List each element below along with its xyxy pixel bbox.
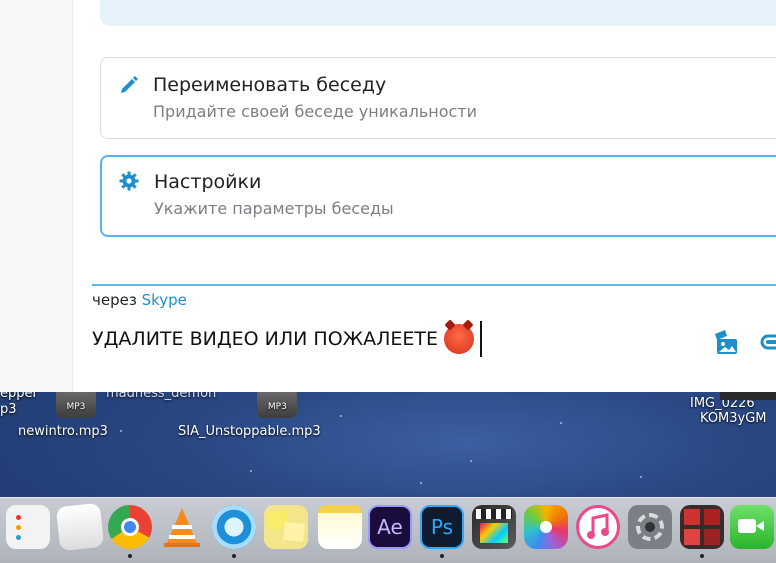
desktop-file-sia[interactable]: MP3 SIA_Unstoppable.mp3 xyxy=(178,390,321,439)
star xyxy=(420,482,422,484)
ae-label: Ae xyxy=(377,515,403,539)
info-banner xyxy=(100,0,776,26)
quicktime-icon[interactable] xyxy=(212,505,256,549)
send-file-icon[interactable] xyxy=(760,326,776,356)
skype-chat-panel: Переименовать беседу Придайте своей бесе… xyxy=(0,0,776,392)
option-title: Переименовать беседу xyxy=(153,74,387,96)
after-effects-icon[interactable]: Ae xyxy=(368,505,412,549)
vlc-icon[interactable] xyxy=(160,505,204,549)
star xyxy=(640,476,642,478)
file-label: SIA_Unstoppable.mp3 xyxy=(178,424,321,439)
message-text: УДАЛИТЕ ВИДЕО ИЛИ ПОЖАЛЕЕТЕ xyxy=(92,328,439,350)
running-indicator xyxy=(700,554,704,558)
star xyxy=(470,460,472,462)
reminders-icon[interactable] xyxy=(6,505,50,549)
devil-emoji-icon xyxy=(444,324,475,354)
running-indicator xyxy=(128,554,132,558)
running-indicator xyxy=(232,554,236,558)
system-preferences-icon[interactable] xyxy=(628,505,672,549)
pencil-icon xyxy=(121,76,138,93)
star xyxy=(120,430,122,432)
gear-icon xyxy=(119,171,139,191)
star xyxy=(340,415,342,417)
stickies-icon[interactable] xyxy=(264,505,308,549)
running-indicator xyxy=(440,554,444,558)
chrome-icon[interactable] xyxy=(108,505,152,549)
photos-icon[interactable] xyxy=(524,505,568,549)
send-image-icon[interactable] xyxy=(711,326,739,356)
sidebar-strip xyxy=(0,0,73,392)
via-app-link[interactable]: Skype xyxy=(142,291,187,309)
photoshop-icon[interactable]: Ps xyxy=(420,505,464,549)
facetime-icon[interactable] xyxy=(730,505,774,549)
partial-file-label: KOM3yGM xyxy=(700,411,767,426)
ps-label: Ps xyxy=(430,515,454,539)
via-prefix: через xyxy=(92,291,137,309)
rename-conversation-option[interactable]: Переименовать беседу Придайте своей бесе… xyxy=(100,57,776,139)
notes-icon[interactable] xyxy=(318,505,362,549)
option-title: Настройки xyxy=(154,171,262,193)
mp3-file-icon: MP3 xyxy=(257,390,298,418)
mp3-file-icon: MP3 xyxy=(55,390,96,418)
settings-option[interactable]: Настройки Укажите параметры беседы xyxy=(100,155,776,237)
composer-divider xyxy=(92,284,776,286)
text-caret xyxy=(480,321,483,357)
file-label: newintro.mp3 xyxy=(18,424,108,439)
photo-booth-icon[interactable] xyxy=(680,505,724,549)
option-subtitle: Придайте своей беседе уникальности xyxy=(153,102,478,121)
macos-dock: Ae Ps xyxy=(0,497,776,563)
textedit-icon[interactable] xyxy=(55,502,105,552)
final-cut-icon[interactable] xyxy=(472,505,516,549)
message-input[interactable]: УДАЛИТЕ ВИДЕО ИЛИ ПОЖАЛЕЕТЕ xyxy=(92,321,483,357)
via-skype-label: через Skype xyxy=(92,291,187,309)
partial-file-label: p3 xyxy=(0,402,17,417)
star xyxy=(560,422,562,424)
star xyxy=(250,470,252,472)
option-subtitle: Укажите параметры беседы xyxy=(154,199,394,218)
itunes-icon[interactable] xyxy=(576,505,620,549)
desktop-file-newintro[interactable]: MP3 newintro.mp3 xyxy=(18,390,108,439)
